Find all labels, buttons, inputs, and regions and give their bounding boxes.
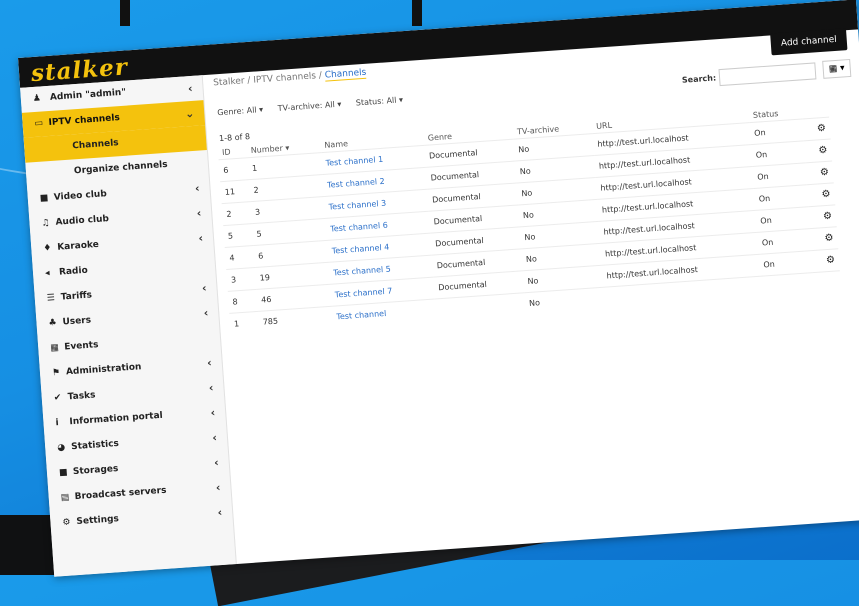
chevron-left-icon: ‹: [198, 231, 204, 245]
sidebar-item-label: Information portal: [69, 410, 164, 428]
gear-icon[interactable]: ⚙: [805, 160, 834, 185]
cell-status: [760, 272, 815, 298]
sidebar-item-label: Events: [63, 340, 99, 353]
sidebar-item-label: IPTV channels: [48, 113, 121, 129]
settings-icon: ⚙: [62, 517, 71, 529]
chevron-left-icon: ‹: [215, 480, 221, 495]
chevron-left-icon: ‹: [206, 356, 213, 370]
chevron-left-icon: ‹: [208, 381, 214, 395]
users-icon: ♣: [48, 317, 58, 329]
channels-table: ID Number ▾ Name Genre TV-archive URL St…: [218, 104, 842, 335]
sidebar-item-label: Video club: [53, 189, 108, 203]
gear-icon[interactable]: ⚙: [809, 226, 839, 251]
sidebar-item-label: Radio: [58, 265, 89, 278]
sidebar: ♟ Admin "admin" ‹ ▭ IPTV channels ⌄ Channel…: [20, 75, 237, 577]
storage-icon: ■: [58, 467, 68, 479]
archive-filter[interactable]: TV-archive: All ▾: [277, 100, 341, 113]
sidebar-item-label: Channels: [71, 138, 119, 152]
filters-bar: Genre: All ▾ TV-archive: All ▾ Status: A…: [217, 94, 415, 117]
cell-id: 3: [226, 267, 257, 292]
record-count: 1-8 of 8: [218, 132, 251, 144]
radio-icon: ◂: [44, 268, 50, 279]
chevron-left-icon: ‹: [210, 406, 216, 420]
calendar-icon: ▦: [49, 342, 60, 354]
sidebar-item-label: Tariffs: [60, 290, 93, 303]
main-content: Stalker / IPTV channels / Channels Add c…: [203, 28, 859, 564]
chevron-left-icon: ‹: [203, 306, 209, 320]
sidebar-item-label: Users: [62, 315, 92, 328]
cell-number: 785: [258, 306, 334, 333]
gear-icon[interactable]: ⚙: [802, 117, 831, 141]
chevron-left-icon: ‹: [194, 181, 200, 195]
breadcrumb-item-stalker[interactable]: Stalker: [213, 76, 245, 88]
video-icon: ■: [39, 193, 49, 204]
admin-icon: ⚑: [51, 367, 61, 379]
sidebar-item-label: Administration: [65, 362, 142, 378]
sidebar-item-label: Storages: [72, 464, 119, 478]
search-input[interactable]: [718, 62, 817, 87]
sidebar-item-label: Organize channels: [73, 159, 168, 177]
chevron-left-icon: ‹: [213, 456, 220, 470]
cell-id: 1: [229, 311, 260, 335]
server-icon: ▤: [60, 492, 70, 504]
sidebar-item-label: Karaoke: [56, 239, 100, 253]
chevron-left-icon: ‹: [217, 505, 223, 520]
sidebar-item-label: Settings: [76, 514, 120, 528]
chevron-left-icon: ‹: [211, 431, 218, 445]
music-icon: ♫: [41, 218, 51, 229]
cell-id: 8: [227, 289, 259, 314]
sidebar-item-label: Tasks: [67, 390, 96, 403]
cell-id: 11: [220, 179, 251, 204]
gear-icon[interactable]: [813, 270, 842, 295]
app-window: stalker ♟ Admin "admin" ‹ ▭ IPTV channels…: [18, 0, 859, 577]
pie-chart-icon: ◕: [56, 442, 66, 454]
sidebar-item-label: Broadcast servers: [74, 485, 167, 503]
chevron-left-icon: ‹: [201, 281, 207, 295]
check-icon: ✔: [53, 392, 62, 404]
status-filter[interactable]: Status: All ▾: [356, 95, 404, 107]
genre-filter[interactable]: Genre: All ▾: [217, 105, 263, 117]
cell-id: 2: [221, 201, 252, 226]
gear-icon[interactable]: ⚙: [806, 182, 836, 207]
breadcrumb-item-current: Channels: [324, 67, 367, 82]
background-post-left: [120, 0, 130, 26]
cell-id: 6: [218, 157, 249, 182]
gear-icon[interactable]: ⚙: [811, 248, 840, 273]
breadcrumb-item-iptv[interactable]: IPTV channels: [253, 71, 316, 85]
chevron-down-icon: ⌄: [184, 106, 195, 121]
gear-icon[interactable]: ⚙: [808, 204, 837, 229]
cell-id: 4: [224, 245, 255, 270]
sidebar-item-label: Statistics: [70, 438, 120, 453]
list-icon: ☰: [46, 293, 56, 304]
microphone-icon: ♦: [43, 243, 52, 254]
search-label: Search:: [681, 73, 717, 85]
info-icon: i: [55, 418, 60, 429]
tv-icon: ▭: [34, 118, 44, 129]
column-toggle-button[interactable]: ▦ ▾: [822, 58, 852, 79]
sidebar-item-label: Audio club: [55, 214, 110, 228]
sidebar-user-label: Admin "admin": [49, 87, 127, 103]
chevron-left-icon: ‹: [196, 206, 202, 220]
gear-icon[interactable]: ⚙: [803, 139, 833, 163]
cell-archive: No: [524, 287, 605, 315]
add-channel-button[interactable]: Add channel: [770, 28, 848, 56]
cell-id: 5: [223, 223, 254, 248]
user-icon: ♟: [32, 93, 42, 105]
chevron-left-icon: ‹: [187, 81, 193, 96]
background-post-right: [412, 0, 422, 26]
